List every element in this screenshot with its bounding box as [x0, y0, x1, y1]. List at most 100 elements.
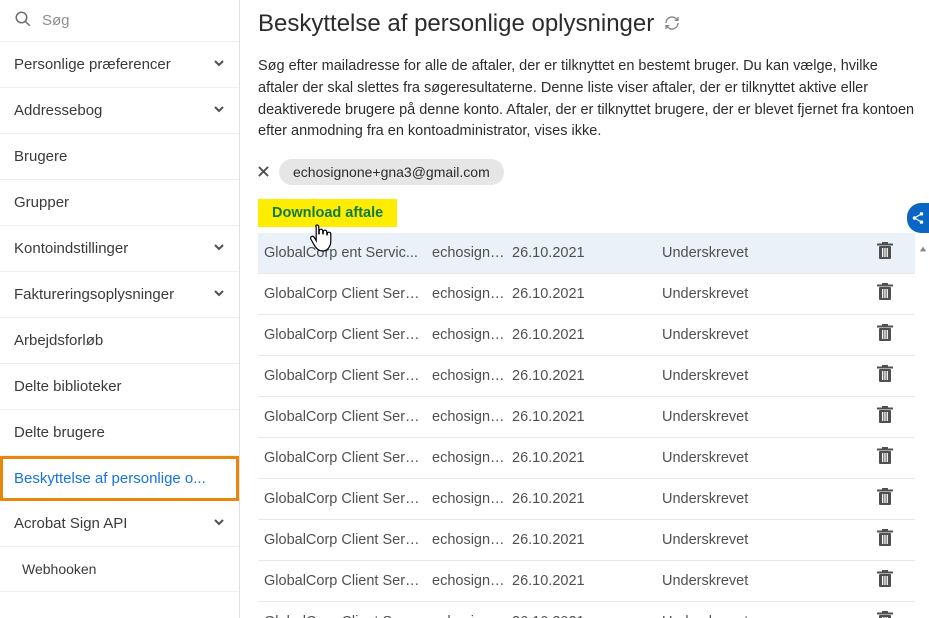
sidebar-item-label: Brugere [14, 148, 67, 165]
agreement-name: GlobalCorp Client Servic... [264, 573, 432, 589]
table-row[interactable]: GlobalCorp Client Servic...echosigno...2… [258, 438, 915, 479]
delete-button[interactable] [822, 488, 909, 510]
agreement-email: echosigno... [432, 286, 512, 302]
delete-button[interactable] [822, 529, 909, 551]
table-row[interactable]: GlobalCorp Client Servic...echosigno...2… [258, 274, 915, 315]
delete-button[interactable] [822, 242, 909, 264]
agreement-date: 26.10.2021 [512, 573, 662, 589]
sidebar-item-label: Personlige præferencer [14, 56, 171, 73]
email-filter-chip[interactable]: echosignone+gna3@gmail.com [279, 159, 504, 185]
sidebar-item-2[interactable]: Brugere [0, 134, 239, 180]
agreement-status: Underskrevet [662, 532, 822, 548]
table-row[interactable]: GlobalCorp Client Servic...echosigno...2… [258, 397, 915, 438]
main-content: Beskyttelse af personlige oplysninger Sø… [240, 0, 929, 618]
table-row[interactable]: GlobalCorp ent Servic...echosigno...26.1… [258, 233, 915, 274]
delete-button[interactable] [822, 406, 909, 428]
agreement-date: 26.10.2021 [512, 409, 662, 425]
agreement-status: Underskrevet [662, 573, 822, 589]
table-row[interactable]: GlobalCorp Client Servic...echosigno...2… [258, 520, 915, 561]
delete-button[interactable] [822, 283, 909, 305]
agreement-name: GlobalCorp Client Servic... [264, 491, 432, 507]
download-agreement-button[interactable]: Download aftale [258, 199, 397, 227]
table-row[interactable]: GlobalCorp Client Servic...echosigno...2… [258, 479, 915, 520]
agreement-name: GlobalCorp Client Servic... [264, 286, 432, 302]
trash-icon [877, 365, 893, 387]
agreement-name: GlobalCorp Client Servic... [264, 614, 432, 618]
sidebar-item-label: Delte brugere [14, 424, 105, 441]
delete-button[interactable] [822, 570, 909, 592]
agreement-email: echosigno... [432, 573, 512, 589]
agreement-date: 26.10.2021 [512, 368, 662, 384]
agreement-name: GlobalCorp Client Servic... [264, 532, 432, 548]
agreement-email: echosigno... [432, 614, 512, 618]
agreement-status: Underskrevet [662, 409, 822, 425]
agreement-status: Underskrevet [662, 614, 822, 618]
page-description: Søg efter mailadresse for alle de aftale… [258, 56, 915, 143]
filter-chip-row: echosignone+gna3@gmail.com [258, 159, 915, 185]
sidebar-item-5[interactable]: Faktureringsoplysninger [0, 272, 239, 318]
search-input[interactable]: Søg [42, 12, 70, 29]
agreement-email: echosigno... [432, 532, 512, 548]
agreement-name: GlobalCorp Client Servic... [264, 327, 432, 343]
agreement-name: GlobalCorp Client Servic... [264, 450, 432, 466]
sidebar-item-11[interactable]: Webhooken [0, 547, 239, 592]
sidebar-item-6[interactable]: Arbejdsforløb [0, 318, 239, 364]
agreements-table: GlobalCorp ent Servic...echosigno...26.1… [258, 233, 915, 618]
refresh-icon[interactable] [664, 15, 680, 34]
agreement-date: 26.10.2021 [512, 327, 662, 343]
agreement-status: Underskrevet [662, 450, 822, 466]
table-row[interactable]: GlobalCorp Client Servic...echosigno...2… [258, 602, 915, 618]
table-row[interactable]: GlobalCorp Client Servic...echosigno...2… [258, 356, 915, 397]
chevron-down-icon [213, 56, 225, 73]
clear-filter-button[interactable] [258, 164, 269, 180]
agreement-date: 26.10.2021 [512, 450, 662, 466]
agreement-email: echosigno... [432, 450, 512, 466]
chevron-down-icon [213, 240, 225, 257]
sidebar-item-label: Acrobat Sign API [14, 515, 127, 532]
sidebar-item-label: Arbejdsforløb [14, 332, 103, 349]
sidebar-item-1[interactable]: Addressebog [0, 88, 239, 134]
sidebar-item-label: Grupper [14, 194, 69, 211]
search-icon [14, 10, 32, 31]
sidebar-item-label: Faktureringsoplysninger [14, 286, 174, 303]
trash-icon [877, 488, 893, 510]
delete-button[interactable] [822, 447, 909, 469]
scrollbar[interactable] [918, 244, 928, 604]
sidebar-item-3[interactable]: Grupper [0, 180, 239, 226]
agreement-date: 26.10.2021 [512, 532, 662, 548]
agreement-email: echosigno... [432, 491, 512, 507]
sidebar-item-9[interactable]: Beskyttelse af personlige o... [0, 456, 239, 501]
sidebar: Søg Personlige præferencer Addressebog Bru… [0, 0, 240, 618]
sidebar-item-label: Beskyttelse af personlige o... [14, 470, 206, 487]
table-row[interactable]: GlobalCorp Client Servic...echosigno...2… [258, 315, 915, 356]
search-row[interactable]: Søg [0, 0, 239, 42]
sidebar-item-10[interactable]: Acrobat Sign API [0, 501, 239, 547]
scroll-up-icon[interactable] [918, 244, 928, 254]
agreement-email: echosigno... [432, 409, 512, 425]
delete-button[interactable] [822, 611, 909, 618]
trash-icon [877, 570, 893, 592]
delete-button[interactable] [822, 365, 909, 387]
trash-icon [877, 611, 893, 618]
sidebar-item-8[interactable]: Delte brugere [0, 410, 239, 456]
chevron-down-icon [213, 515, 225, 532]
agreement-email: echosigno... [432, 245, 512, 261]
agreement-email: echosigno... [432, 368, 512, 384]
chevron-down-icon [213, 102, 225, 119]
trash-icon [877, 406, 893, 428]
sidebar-item-0[interactable]: Personlige præferencer [0, 42, 239, 88]
sidebar-item-label: Webhooken [22, 561, 96, 577]
agreement-name: GlobalCorp ent Servic... [264, 245, 432, 261]
sidebar-item-7[interactable]: Delte biblioteker [0, 364, 239, 410]
agreement-status: Underskrevet [662, 327, 822, 343]
sidebar-item-4[interactable]: Kontoindstillinger [0, 226, 239, 272]
share-widget[interactable] [907, 203, 929, 233]
agreement-status: Underskrevet [662, 491, 822, 507]
agreement-date: 26.10.2021 [512, 614, 662, 618]
chevron-down-icon [213, 286, 225, 303]
sidebar-item-label: Kontoindstillinger [14, 240, 128, 257]
delete-button[interactable] [822, 324, 909, 346]
trash-icon [877, 447, 893, 469]
table-row[interactable]: GlobalCorp Client Servic...echosigno...2… [258, 561, 915, 602]
agreement-name: GlobalCorp Client Servic... [264, 368, 432, 384]
